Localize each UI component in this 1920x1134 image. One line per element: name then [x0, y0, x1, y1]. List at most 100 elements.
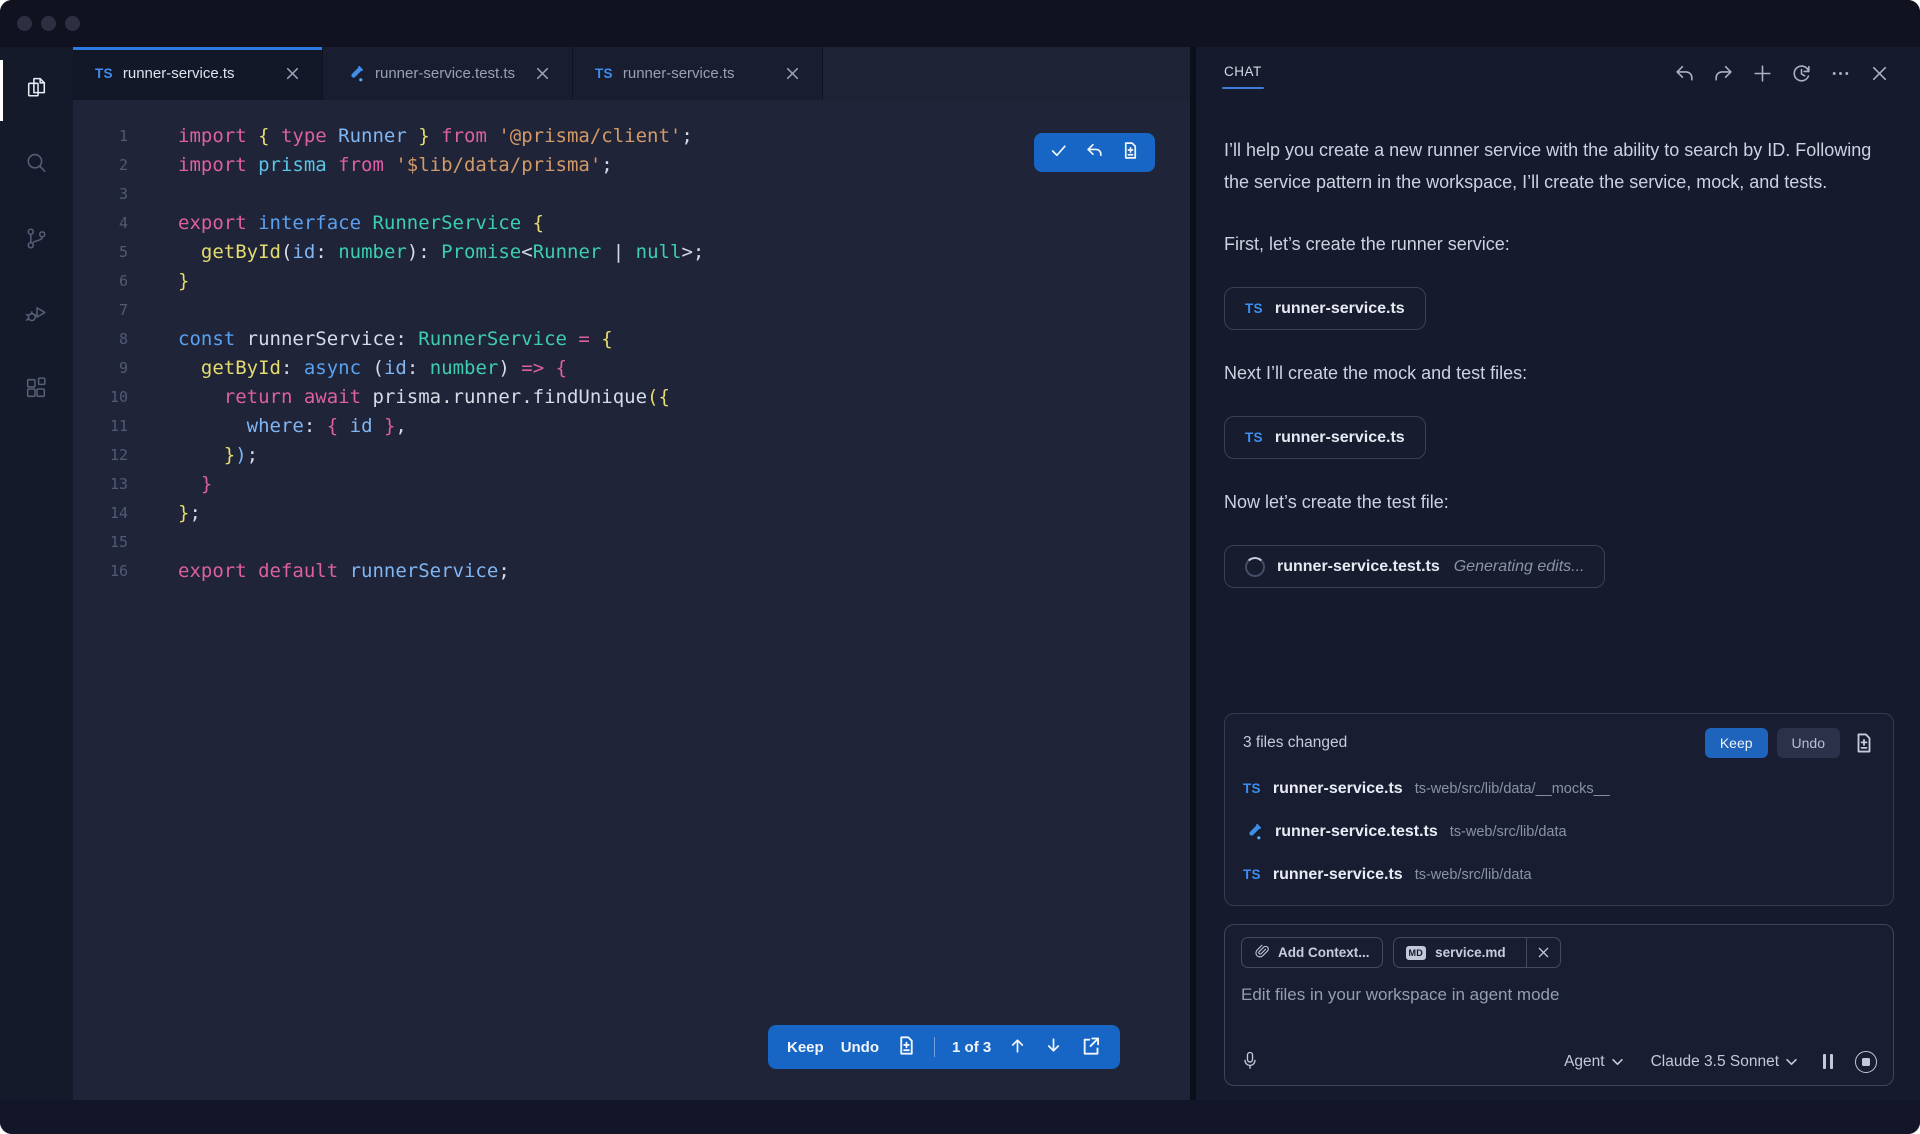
- traffic-light-minimize[interactable]: [41, 16, 56, 31]
- code-line: 13 }: [73, 470, 1190, 499]
- code-line: 7: [73, 296, 1190, 325]
- tab-label: runner-service.ts: [123, 65, 235, 82]
- chat-tab[interactable]: CHAT: [1224, 60, 1262, 87]
- line-number: 3: [73, 180, 128, 209]
- mode-label: Agent: [1564, 1053, 1605, 1071]
- changed-file-row[interactable]: runner-service.test.tsts-web/src/lib/dat…: [1243, 819, 1875, 844]
- input-toolbar: Agent Claude 3.5 Sonnet: [1241, 1050, 1877, 1073]
- main-area: TS runner-service.ts runner-service.test.t…: [0, 47, 1920, 1100]
- titlebar: [0, 0, 1920, 47]
- chat-input-placeholder: Edit files in your workspace in agent mo…: [1241, 985, 1877, 1005]
- chevron-down-icon: [1786, 1058, 1797, 1066]
- typescript-icon: TS: [95, 66, 113, 81]
- line-number: 2: [73, 151, 128, 180]
- view-changes-icon[interactable]: [1853, 732, 1875, 754]
- pause-button[interactable]: [1823, 1054, 1833, 1069]
- activity-item-run-debug[interactable]: [0, 278, 73, 353]
- code-line: 16export default runnerService;: [73, 557, 1190, 586]
- code-editor[interactable]: 1import { type Runner } from '@prisma/cl…: [73, 100, 1190, 1100]
- editor-tab[interactable]: TS runner-service.ts: [573, 47, 823, 100]
- new-chat-icon[interactable]: [1752, 63, 1773, 84]
- line-number: 7: [73, 296, 128, 325]
- file-chip-generating[interactable]: runner-service.test.ts Generating edits.…: [1224, 545, 1605, 588]
- more-actions-icon[interactable]: [1830, 63, 1851, 84]
- beaker-icon: [1243, 822, 1263, 842]
- code-line: 9 getById: async (id: number) => {: [73, 354, 1190, 383]
- code-line: 3: [73, 180, 1190, 209]
- editor-tab[interactable]: TS runner-service.ts: [73, 47, 323, 100]
- diff-document-icon[interactable]: [896, 1035, 917, 1060]
- generating-status: Generating edits...: [1454, 558, 1585, 576]
- add-context-button[interactable]: Add Context...: [1241, 937, 1383, 968]
- open-changes-button[interactable]: [1080, 1035, 1101, 1060]
- undo-icon[interactable]: [1674, 63, 1695, 84]
- model-label: Claude 3.5 Sonnet: [1651, 1053, 1779, 1071]
- line-number: 12: [73, 441, 128, 470]
- extensions-icon: [23, 375, 50, 407]
- traffic-light-close[interactable]: [17, 16, 32, 31]
- file-chip[interactable]: TS runner-service.ts: [1224, 416, 1426, 459]
- mode-selector[interactable]: Agent: [1564, 1053, 1623, 1071]
- source-control-icon: [23, 225, 50, 257]
- files-changed-header: 3 files changed Keep Undo: [1243, 728, 1875, 758]
- undo-edits-button[interactable]: Undo: [841, 1039, 879, 1056]
- code-line: 14};: [73, 499, 1190, 528]
- search-icon: [23, 150, 50, 182]
- activity-item-search[interactable]: [0, 128, 73, 203]
- chat-header-actions: [1674, 63, 1890, 84]
- inline-edit-toolbar: [1034, 133, 1155, 172]
- tab-close-icon[interactable]: [785, 66, 800, 81]
- files-changed-panel: 3 files changed Keep Undo TS runner-servi…: [1224, 713, 1894, 906]
- chat-input-box[interactable]: Add Context... MD service.md Edit files …: [1224, 924, 1894, 1086]
- undo-all-button[interactable]: Undo: [1777, 728, 1840, 758]
- file-path: ts-web/src/lib/data: [1415, 867, 1532, 883]
- code-area: 1import { type Runner } from '@prisma/cl…: [73, 122, 1190, 586]
- code-line: 8const runnerService: RunnerService = {: [73, 325, 1190, 354]
- activity-item-explorer[interactable]: [0, 53, 73, 128]
- close-icon[interactable]: [1869, 63, 1890, 84]
- stop-button[interactable]: [1855, 1051, 1877, 1073]
- previous-edit-button[interactable]: [1008, 1036, 1027, 1059]
- typescript-icon: TS: [595, 66, 613, 81]
- assistant-message: First, let’s create the runner service:: [1224, 228, 1872, 260]
- code-line: 10 return await prisma.runner.findUnique…: [73, 383, 1190, 412]
- assistant-message: Next I’ll create the mock and test files…: [1224, 357, 1872, 389]
- chat-panel: CHAT I’ll help you create a new runner s…: [1190, 47, 1920, 1100]
- redo-icon[interactable]: [1713, 63, 1734, 84]
- traffic-light-zoom[interactable]: [65, 16, 80, 31]
- code-line: 15: [73, 528, 1190, 557]
- undo-edit-button[interactable]: [1085, 141, 1104, 165]
- typescript-icon: TS: [1243, 867, 1261, 882]
- diff-document-button[interactable]: [1121, 141, 1140, 165]
- remove-attachment-icon[interactable]: [1526, 938, 1560, 967]
- toolbar-divider: [934, 1037, 935, 1057]
- activity-item-source-control[interactable]: [0, 203, 73, 278]
- typescript-icon: TS: [1243, 781, 1261, 796]
- typescript-icon: TS: [1245, 430, 1263, 445]
- microphone-icon[interactable]: [1241, 1050, 1259, 1073]
- file-chip[interactable]: TS runner-service.ts: [1224, 287, 1426, 330]
- accept-edit-button[interactable]: [1049, 141, 1068, 165]
- next-edit-button[interactable]: [1044, 1036, 1063, 1059]
- attachment-chip[interactable]: MD service.md: [1393, 937, 1561, 968]
- history-icon[interactable]: [1791, 63, 1812, 84]
- file-name: runner-service.ts: [1273, 780, 1403, 798]
- keep-all-button[interactable]: Keep: [1705, 728, 1768, 758]
- changed-file-row[interactable]: TS runner-service.ts ts-web/src/lib/data: [1243, 862, 1875, 887]
- activity-item-extensions[interactable]: [0, 353, 73, 428]
- line-number: 6: [73, 267, 128, 296]
- tab-close-icon[interactable]: [535, 66, 550, 81]
- changed-file-row[interactable]: TSrunner-service.tsts-web/src/lib/data/_…: [1243, 776, 1875, 801]
- tab-close-icon[interactable]: [285, 66, 300, 81]
- tab-label: runner-service.test.ts: [375, 65, 515, 82]
- markdown-icon: MD: [1406, 946, 1427, 960]
- file-name: runner-service.ts: [1273, 866, 1403, 884]
- tab-label: runner-service.ts: [623, 65, 735, 82]
- code-line: 11 where: { id },: [73, 412, 1190, 441]
- model-selector[interactable]: Claude 3.5 Sonnet: [1651, 1053, 1797, 1071]
- editor-tab[interactable]: runner-service.test.ts: [323, 47, 573, 100]
- line-number: 16: [73, 557, 128, 586]
- keep-edits-button[interactable]: Keep: [787, 1039, 824, 1056]
- attachment-label: service.md: [1435, 945, 1506, 960]
- files-icon: [23, 75, 50, 107]
